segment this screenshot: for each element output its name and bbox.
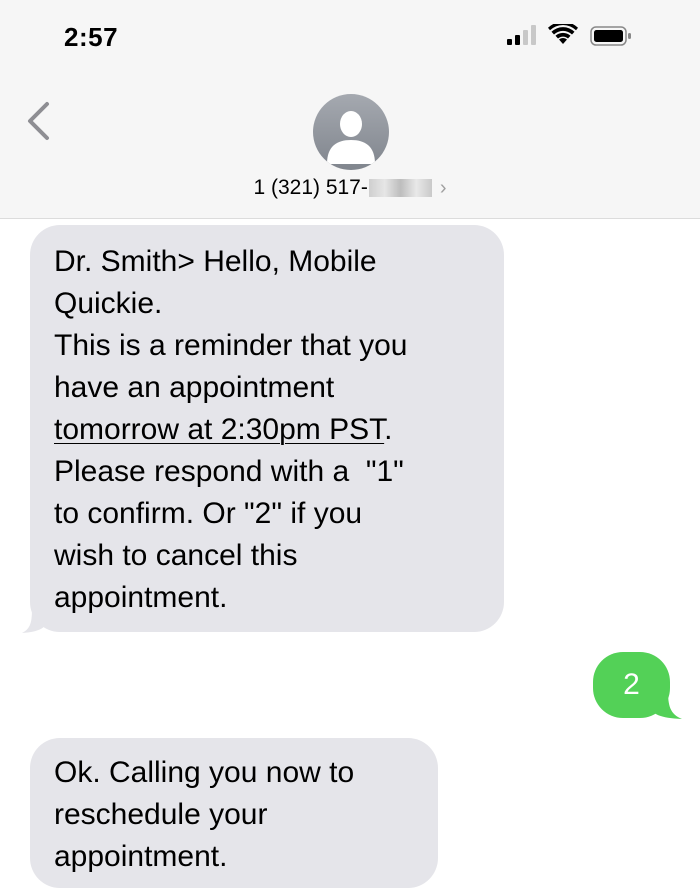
message-bubble-incoming[interactable]: Dr. Smith> Hello, Mobile Quickie. This i… xyxy=(30,225,504,632)
message-date-link[interactable]: tomorrow at 2:30pm PST xyxy=(54,413,384,446)
contact-avatar[interactable] xyxy=(313,94,389,170)
back-button[interactable] xyxy=(16,94,60,148)
message-text: Dr. Smith> Hello, Mobile Quickie. This i… xyxy=(54,245,408,404)
contact-number: 1 (321) 517- xyxy=(253,176,368,199)
chevron-right-icon: › xyxy=(439,176,447,199)
wifi-icon xyxy=(548,24,578,44)
redacted-digits xyxy=(368,179,432,197)
person-silhouette-icon xyxy=(327,111,375,164)
signal-icon xyxy=(507,25,536,45)
status-time: 2:57 xyxy=(64,22,119,52)
battery-icon xyxy=(590,26,631,46)
chevron-left-icon xyxy=(28,102,49,140)
contact-name-button[interactable]: 1 (321) 517- › xyxy=(0,174,700,202)
message-bubble-incoming[interactable]: Ok. Calling you now to reschedule your a… xyxy=(30,738,438,888)
conversation-header: 2:57 1 (321) 517- › xyxy=(0,0,700,219)
message-bubble-outgoing[interactable]: 2 xyxy=(593,652,670,718)
messages-screen: 2:57 1 (321) 517- › Dr. Smith> Hello, Mo… xyxy=(0,0,700,893)
